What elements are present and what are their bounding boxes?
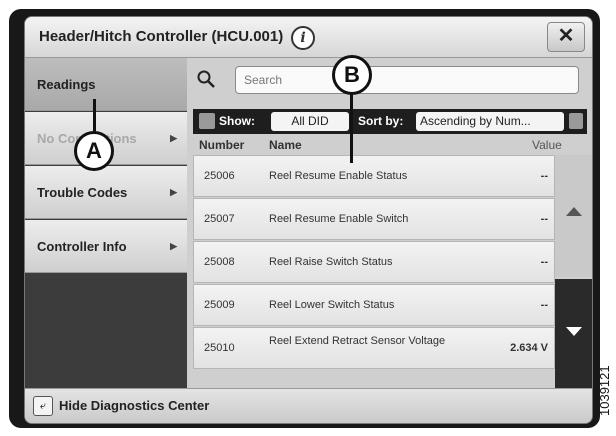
row-name: Reel Raise Switch Status	[269, 256, 393, 268]
scroll-down-button[interactable]	[555, 279, 592, 388]
search-input[interactable]	[235, 66, 579, 94]
title-bar: Header/Hitch Controller (HCU.001) i ✕	[25, 17, 592, 58]
callout-b-leader	[350, 87, 353, 163]
hide-diagnostics-label: Hide Diagnostics Center	[59, 398, 210, 413]
sidebar-item-label: Readings	[37, 77, 96, 92]
row-value: --	[540, 299, 548, 311]
scroll-down-icon	[566, 327, 582, 336]
chevron-right-icon: ▶	[170, 241, 177, 251]
hide-diagnostics-button[interactable]: ⤶ Hide Diagnostics Center	[33, 394, 231, 418]
row-number: 25009	[204, 299, 235, 311]
row-name: Reel Resume Enable Switch	[269, 213, 409, 225]
callout-b: B	[332, 55, 372, 95]
row-value: --	[540, 213, 548, 225]
sidebar-item-trouble-codes[interactable]: Trouble Codes ▶	[25, 166, 187, 219]
figure-number-text: 1039121	[597, 365, 612, 416]
sidebar-item-label: Controller Info	[37, 239, 127, 254]
column-header-value: Value	[532, 138, 562, 152]
readings-table: 25006 Reel Resume Enable Status -- 25007…	[193, 155, 555, 370]
row-name: Reel Resume Enable Status	[269, 170, 408, 182]
scroll-up-button[interactable]	[555, 155, 592, 277]
column-header-name: Name	[269, 138, 302, 152]
table-row[interactable]: 25008 Reel Raise Switch Status --	[193, 241, 555, 283]
info-icon[interactable]: i	[291, 26, 315, 50]
filter-icon[interactable]	[199, 113, 215, 129]
close-button[interactable]: ✕	[547, 22, 585, 52]
window-title: Header/Hitch Controller (HCU.001)	[39, 28, 284, 45]
sidebar-item-label: Trouble Codes	[37, 185, 128, 200]
chevron-right-icon: ▶	[170, 187, 177, 197]
callout-a-leader	[93, 99, 96, 135]
column-header-number: Number	[199, 138, 245, 152]
sort-select[interactable]: Ascending by Num...	[416, 112, 564, 131]
close-icon: ✕	[557, 25, 575, 47]
filter-bar: Show: All DID Sort by: Ascending by Num.…	[193, 109, 587, 134]
row-number: 25008	[204, 256, 235, 268]
row-value: --	[540, 256, 548, 268]
row-number: 25010	[204, 342, 235, 354]
table-row[interactable]: 25010 Reel Extend Retract Sensor Voltage…	[193, 327, 555, 369]
footer-bar: ⤶ Hide Diagnostics Center	[25, 388, 592, 423]
readings-panel: Show: All DID Sort by: Ascending by Num.…	[187, 58, 592, 388]
figure-number: 1039121	[597, 365, 612, 416]
row-value: 2.634 V	[510, 342, 548, 354]
table-row[interactable]: 25009 Reel Lower Switch Status --	[193, 284, 555, 326]
sidebar-item-controller-info[interactable]: Controller Info ▶	[25, 220, 187, 273]
show-filter-select[interactable]: All DID	[271, 112, 349, 131]
table-row[interactable]: 25007 Reel Resume Enable Switch --	[193, 198, 555, 240]
chevron-right-icon: ▶	[170, 133, 177, 143]
callout-a: A	[74, 131, 114, 171]
show-label: Show:	[219, 114, 255, 128]
hide-diagnostics-icon: ⤶	[33, 396, 53, 416]
row-name: Reel Extend Retract Sensor Voltage	[269, 335, 446, 347]
row-number: 25006	[204, 170, 235, 182]
sidebar-item-readings[interactable]: Readings	[25, 58, 187, 111]
scroll-up-icon	[566, 207, 582, 216]
table-row[interactable]: 25006 Reel Resume Enable Status --	[193, 155, 555, 197]
sort-label: Sort by:	[358, 114, 404, 128]
row-value: --	[540, 170, 548, 182]
sidebar: Readings No Connections ▶ Trouble Codes …	[25, 58, 187, 388]
export-icon[interactable]	[569, 113, 583, 129]
row-name: Reel Lower Switch Status	[269, 299, 395, 311]
row-number: 25007	[204, 213, 235, 225]
search-icon[interactable]	[197, 70, 215, 88]
diagnostics-window: Header/Hitch Controller (HCU.001) i ✕ Re…	[24, 16, 593, 424]
